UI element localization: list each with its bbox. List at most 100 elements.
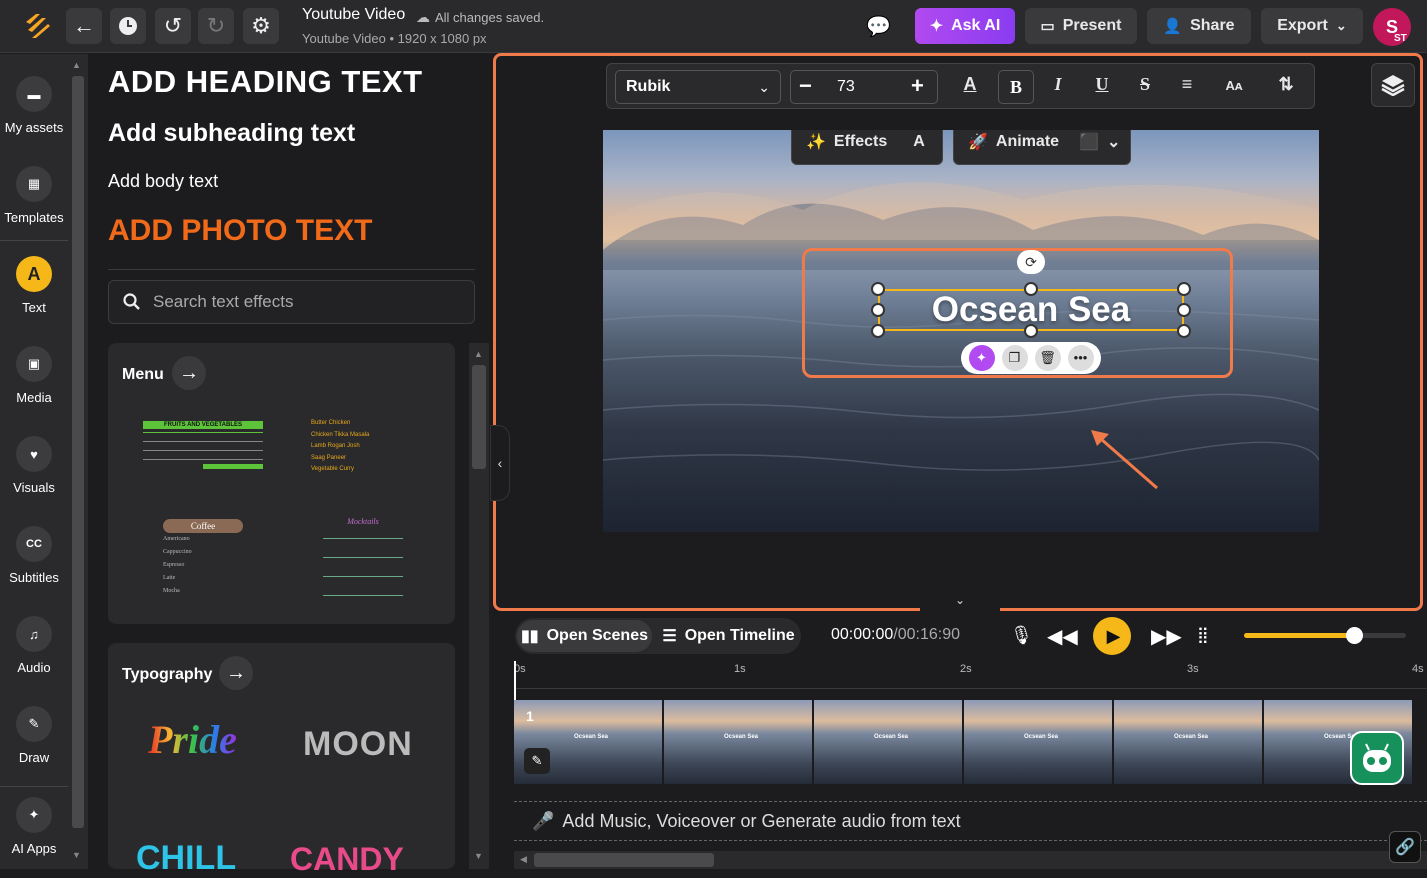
resize-handle[interactable] <box>871 303 885 317</box>
text-color-icon[interactable]: A <box>957 74 983 95</box>
animation-type-icon: ⬛ <box>1079 134 1099 151</box>
zoom-slider-knob[interactable] <box>1346 627 1364 644</box>
comments-icon[interactable]: 💬 <box>866 14 891 39</box>
sidebar-item-templates[interactable]: ▦ Templates <box>0 166 68 225</box>
minus-icon[interactable]: − <box>799 73 812 99</box>
scroll-thumb[interactable] <box>472 365 486 469</box>
sidebar-item-ai-apps[interactable]: ✦ AI Apps <box>0 797 68 856</box>
settings-button[interactable]: ⚙ <box>243 8 279 44</box>
sidebar-item-subtitles[interactable]: CC Subtitles <box>0 526 68 585</box>
underline-icon[interactable]: U <box>1089 74 1115 95</box>
more-icon[interactable]: ••• <box>1067 345 1094 371</box>
scene-track[interactable]: Ocsean Sea Ocsean Sea Ocsean Sea Ocsean … <box>514 700 1427 784</box>
effects-button[interactable]: ✨ Effects A <box>791 130 943 165</box>
robot-assistant-icon[interactable] <box>1350 731 1404 785</box>
sidebar: ▬ My assets ▦ Templates A Text ▣ Media ♥ Visu… <box>0 54 68 869</box>
animate-button[interactable]: 🚀 Animate ⬛ ⌄ <box>953 130 1131 165</box>
typography-pride[interactable]: Pride <box>148 716 237 763</box>
resize-handle[interactable] <box>1024 282 1038 296</box>
rotate-handle[interactable]: ⟳ <box>1017 250 1045 274</box>
add-heading-text[interactable]: ADD HEADING TEXT <box>108 64 423 100</box>
menu-template-coffee[interactable]: Coffee Americano Cappuccino Espresso Lat… <box>163 519 243 598</box>
trash-icon[interactable]: 🗑 <box>1034 345 1061 371</box>
text-case-icon[interactable]: Aᴀ <box>1221 78 1247 93</box>
font-size-stepper[interactable]: − 73 + <box>790 70 938 104</box>
plus-icon[interactable]: + <box>911 73 924 99</box>
export-button[interactable]: Export ⌄ <box>1261 8 1363 44</box>
sidebar-item-media[interactable]: ▣ Media <box>0 346 68 405</box>
arrow-right-icon[interactable]: → <box>219 656 253 690</box>
history-button[interactable] <box>110 8 146 44</box>
arrow-right-icon[interactable]: → <box>172 356 206 390</box>
back-button[interactable]: ← <box>66 8 102 44</box>
scroll-thumb[interactable] <box>534 853 714 867</box>
microphone-icon[interactable]: 🎙 <box>1010 625 1033 646</box>
rewind-icon[interactable]: ◀◀ <box>1047 624 1078 649</box>
typography-section-title[interactable]: Typography <box>122 666 212 684</box>
search-input[interactable]: Search text effects <box>108 280 475 324</box>
undo-button[interactable]: ↺ <box>155 8 191 44</box>
sidebar-item-draw[interactable]: ✎ Draw <box>0 706 68 765</box>
strikethrough-icon[interactable]: S <box>1132 74 1158 95</box>
italic-icon[interactable]: I <box>1045 74 1071 95</box>
ask-ai-button[interactable]: ✦ Ask AI <box>915 8 1015 44</box>
play-button[interactable]: ▶ <box>1093 617 1131 655</box>
panel-scrollbar[interactable]: ▲ ▼ <box>469 343 489 869</box>
fast-forward-icon[interactable]: ▶▶ <box>1151 624 1182 649</box>
ai-magic-icon[interactable]: ✦ <box>968 345 995 371</box>
open-scenes-button[interactable]: ▮▮ Open Scenes <box>517 620 652 652</box>
playhead[interactable] <box>514 661 516 701</box>
scroll-up-icon[interactable]: ▲ <box>72 60 81 70</box>
chevron-down-icon: ⌄ <box>1335 18 1347 33</box>
resize-handle[interactable] <box>1177 282 1191 296</box>
sidebar-scrollbar[interactable]: ▲ ▼ <box>68 54 88 869</box>
collapse-panel-handle[interactable]: ‹ <box>490 425 510 501</box>
typography-moon[interactable]: MOON <box>303 725 413 764</box>
layers-button[interactable] <box>1371 63 1415 107</box>
menu-template-fruits[interactable]: FRUITS AND VEGETABLES <box>143 421 263 471</box>
sidebar-item-visuals[interactable]: ♥ Visuals <box>0 436 68 495</box>
divider <box>108 269 475 270</box>
resize-handle[interactable] <box>1177 303 1191 317</box>
edit-scene-icon[interactable]: ✎ <box>524 748 550 774</box>
scroll-up-icon[interactable]: ▲ <box>474 349 483 359</box>
add-photo-text[interactable]: ADD PHOTO TEXT <box>108 214 372 248</box>
redo-button[interactable]: ↻ <box>198 8 234 44</box>
sidebar-item-audio[interactable]: ♫ Audio <box>0 616 68 675</box>
app-logo[interactable] <box>22 12 54 40</box>
project-title[interactable]: Youtube Video <box>302 6 405 24</box>
add-body-text[interactable]: Add body text <box>108 171 218 192</box>
zoom-slider[interactable] <box>1244 627 1406 644</box>
duplicate-icon[interactable]: ❐ <box>1001 345 1028 371</box>
bold-icon[interactable]: B <box>998 70 1034 104</box>
scroll-down-icon[interactable]: ▼ <box>72 850 81 860</box>
share-button[interactable]: 👤 Share <box>1147 8 1251 44</box>
add-subheading-text[interactable]: Add subheading text <box>108 119 355 148</box>
typography-candy[interactable]: CANDY <box>290 841 404 878</box>
scroll-left-icon[interactable]: ◀ <box>520 854 527 865</box>
link-icon[interactable]: 🔗 <box>1389 831 1421 863</box>
sidebar-item-text[interactable]: A Text <box>0 256 68 315</box>
resize-handle[interactable] <box>871 282 885 296</box>
present-button[interactable]: ▭ Present <box>1025 8 1137 44</box>
resize-handle[interactable] <box>1177 324 1191 338</box>
resize-handle[interactable] <box>871 324 885 338</box>
audio-track[interactable]: 🎤 Add Music, Voiceover or Generate audio … <box>514 801 1427 841</box>
typography-chill[interactable]: CHILL <box>136 839 236 878</box>
font-select[interactable]: Rubik ⌄ <box>615 70 781 104</box>
collapse-timeline-icon[interactable]: ⌄ <box>920 593 1000 611</box>
align-center-icon[interactable]: ≡ <box>1174 74 1200 95</box>
grid-icon[interactable]: ⣿ <box>1197 625 1209 645</box>
sidebar-item-my-assets[interactable]: ▬ My assets <box>0 76 68 135</box>
menu-template-curry[interactable]: Butter Chicken Chicken Tikka Masala Lamb… <box>311 418 411 476</box>
scroll-thumb[interactable] <box>72 76 84 828</box>
sparkle-icon: ✦ <box>929 18 944 35</box>
timeline-scrollbar[interactable]: ◀ <box>514 851 1427 869</box>
resize-handle[interactable] <box>1024 324 1038 338</box>
spacing-icon[interactable]: ⇅ <box>1273 74 1299 95</box>
menu-template-mocktails[interactable]: Mocktails <box>323 517 403 607</box>
open-timeline-button[interactable]: ☰ Open Timeline <box>661 620 796 652</box>
video-canvas[interactable]: ✨ Effects A 🚀 Animate ⬛ ⌄ ⟳ Ocsean Sea ✦ ❐ 🗑 … <box>603 130 1319 532</box>
scroll-down-icon[interactable]: ▼ <box>474 851 483 861</box>
menu-section-title[interactable]: Menu <box>122 366 164 384</box>
